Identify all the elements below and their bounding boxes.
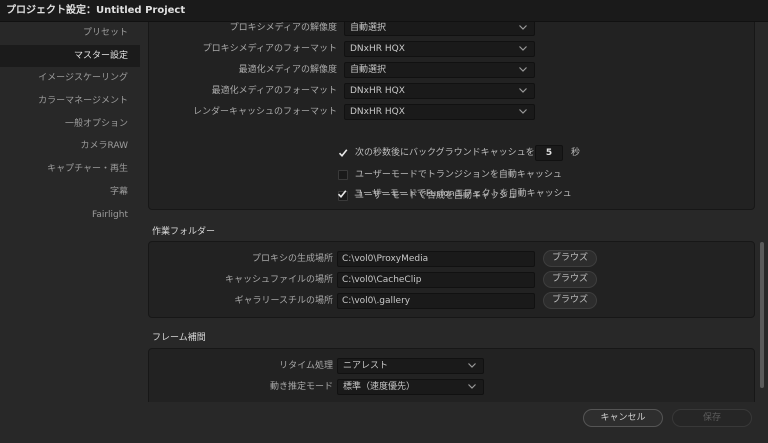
optimized-resolution-select[interactable]: 自動選択 — [344, 62, 535, 78]
frame-interpolation-panel: リタイム処理 ニアレスト 動き推定モード 標準（速度優先） — [148, 348, 755, 402]
optimized-format-select[interactable]: DNxHR HQX — [344, 83, 535, 99]
background-cache-checkbox[interactable] — [338, 148, 348, 158]
save-button[interactable]: 保存 — [672, 409, 752, 427]
proxy-resolution-label: プロキシメディアの解像度 — [229, 23, 337, 33]
sidebar-item-capture-playback[interactable]: キャプチャー・再生 — [0, 158, 140, 181]
cache-transitions-checkbox[interactable] — [338, 170, 348, 180]
seconds-unit-label: 秒 — [571, 148, 581, 158]
motion-estimation-label: 動き推定モード — [269, 382, 333, 392]
retime-process-label: リタイム処理 — [279, 361, 333, 371]
cache-location-row: キャッシュファイルの場所 C:\vol0\CacheClip ブラウズ — [149, 271, 756, 289]
gallery-location-row: ギャラリースチルの場所 C:\vol0\.gallery ブラウズ — [149, 292, 756, 310]
cancel-button[interactable]: キャンセル — [583, 409, 663, 427]
frame-interpolation-title: フレーム補間 — [152, 333, 206, 343]
sidebar: プリセット マスター設定 イメージスケーリング カラーマネージメント 一般オプシ… — [0, 22, 140, 443]
chevron-down-icon — [519, 42, 529, 56]
chevron-down-icon — [519, 22, 529, 35]
sidebar-item-general-options[interactable]: 一般オプション — [0, 113, 140, 136]
render-cache-format-label: レンダーキャッシュのフォーマット — [192, 107, 337, 117]
motion-estimation-select[interactable]: 標準（速度優先） — [337, 379, 484, 395]
vertical-scrollbar[interactable] — [760, 242, 764, 388]
proxy-format-label: プロキシメディアのフォーマット — [202, 44, 337, 54]
cache-location-input[interactable]: C:\vol0\CacheClip — [337, 272, 535, 288]
gallery-location-label: ギャラリースチルの場所 — [234, 296, 333, 306]
gallery-location-browse-button[interactable]: ブラウズ — [543, 292, 597, 309]
proxy-location-row: プロキシの生成場所 C:\vol0\ProxyMedia ブラウズ — [149, 250, 756, 268]
chevron-down-icon — [519, 84, 529, 98]
retime-process-row: リタイム処理 ニアレスト — [149, 357, 756, 375]
gallery-location-input[interactable]: C:\vol0\.gallery — [337, 293, 535, 309]
working-folders-panel: プロキシの生成場所 C:\vol0\ProxyMedia ブラウズ キャッシュフ… — [148, 241, 755, 318]
cache-transitions-label: ユーザーモードでトランジションを自動キャッシュ — [355, 170, 562, 180]
retime-process-value: ニアレスト — [343, 361, 389, 371]
cache-location-label: キャッシュファイルの場所 — [224, 275, 333, 285]
background-cache-label: 次の秒数後にバックグラウンドキャッシュを開始 — [355, 148, 553, 158]
sidebar-item-color-management[interactable]: カラーマネージメント — [0, 90, 140, 113]
working-folders-title: 作業フォルダー — [152, 227, 216, 237]
proxy-location-label: プロキシの生成場所 — [251, 254, 333, 264]
sidebar-item-subtitles[interactable]: 字幕 — [0, 181, 140, 204]
proxy-resolution-row: プロキシメディアの解像度 自動選択 — [149, 22, 756, 37]
cache-settings-panel: プロキシメディアの解像度 自動選択 プロキシメディアのフォーマット DNxHR … — [148, 22, 755, 210]
proxy-location-input[interactable]: C:\vol0\ProxyMedia — [337, 251, 535, 267]
retime-process-select[interactable]: ニアレスト — [337, 358, 484, 374]
optimized-format-label: 最適化メディアのフォーマット — [211, 86, 337, 96]
optimized-resolution-value: 自動選択 — [350, 65, 387, 75]
sidebar-item-master-settings[interactable]: マスター設定 — [0, 44, 140, 68]
sidebar-item-fairlight[interactable]: Fairlight — [0, 204, 140, 227]
optimized-resolution-row: 最適化メディアの解像度 自動選択 — [149, 61, 756, 79]
sidebar-item-image-scaling[interactable]: イメージスケーリング — [0, 67, 140, 90]
cache-fusion-effects-row: ユーザーモードでFusionエフェクトを自動キャッシュ — [337, 186, 597, 202]
cache-location-browse-button[interactable]: ブラウズ — [543, 271, 597, 288]
proxy-format-select[interactable]: DNxHR HQX — [344, 41, 535, 57]
optimized-resolution-label: 最適化メディアの解像度 — [238, 65, 337, 75]
render-cache-format-row: レンダーキャッシュのフォーマット DNxHR HQX — [149, 103, 756, 121]
chevron-down-icon — [468, 380, 478, 394]
chevron-down-icon — [519, 105, 529, 119]
window-title: プロジェクト設定：Untitled Project — [0, 0, 768, 22]
sidebar-item-camera-raw[interactable]: カメラRAW — [0, 135, 140, 158]
cache-transitions-row: ユーザーモードでトランジションを自動キャッシュ — [338, 167, 598, 183]
optimized-format-row: 最適化メディアのフォーマット DNxHR HQX — [149, 82, 756, 100]
chevron-down-icon — [519, 63, 529, 77]
background-cache-seconds-input[interactable]: 5 — [535, 145, 563, 161]
proxy-resolution-select[interactable]: 自動選択 — [344, 22, 535, 36]
proxy-format-row: プロキシメディアのフォーマット DNxHR HQX — [149, 40, 756, 58]
render-cache-format-value: DNxHR HQX — [350, 107, 405, 117]
motion-estimation-value: 標準（速度優先） — [343, 382, 416, 392]
checkmark-icon — [337, 190, 347, 199]
proxy-format-value: DNxHR HQX — [350, 44, 405, 54]
proxy-resolution-value: 自動選択 — [350, 23, 387, 33]
cache-fusion-effects-checkbox[interactable] — [337, 189, 347, 199]
cache-fusion-effects-label: ユーザーモードでFusionエフェクトを自動キャッシュ — [354, 189, 572, 199]
optimized-format-value: DNxHR HQX — [350, 86, 405, 96]
checkmark-icon — [338, 149, 348, 158]
proxy-location-browse-button[interactable]: ブラウズ — [543, 250, 597, 267]
motion-estimation-row: 動き推定モード 標準（速度優先） — [149, 378, 756, 396]
sidebar-item-presets[interactable]: プリセット — [0, 22, 140, 45]
render-cache-format-select[interactable]: DNxHR HQX — [344, 104, 535, 120]
chevron-down-icon — [468, 359, 478, 373]
settings-content: プロキシメディアの解像度 自動選択 プロキシメディアのフォーマット DNxHR … — [140, 22, 768, 402]
dialog-footer: キャンセル 保存 — [0, 402, 768, 443]
